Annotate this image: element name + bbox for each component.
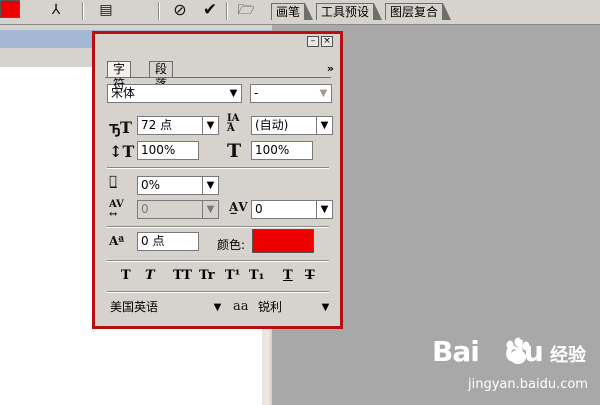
subscript-button[interactable]: T₁ [249,268,264,283]
faux-bold-button[interactable]: T [121,268,131,283]
chevron-down-icon[interactable]: ▼ [316,201,332,218]
horizontal-scale-value: 100% [255,143,290,157]
tab-character[interactable]: 字符 [107,61,132,91]
close-icon[interactable]: × [321,36,333,47]
font-size-field[interactable]: 72 点 ▼ [137,116,219,135]
watermark-url: jingyan.baidu.com [468,377,588,392]
chevron-down-icon[interactable]: ▼ [316,85,331,102]
vertical-scale-icon: ↕T [109,142,135,161]
antialias-value: 锐利 [258,300,283,314]
tsume-value: 0% [141,178,161,192]
warp-text-icon[interactable]: ⅄ [46,1,66,19]
vertical-scale-field[interactable]: 100% [137,141,199,160]
watermark-name: 经验 [550,345,586,366]
character-panel: – × 字符 段落 » 宋体 ▼ - ▼ ꚋT 72 点 ▼ I̲AA (自动)… [92,31,343,329]
baseline-shift-value: 0 点 [141,234,165,248]
toolbar-separator [158,2,160,20]
file-browser-icon[interactable]: 🗁 [234,1,258,19]
section-divider [107,167,329,169]
kerning-value: 0 [141,202,149,216]
font-size-icon: ꚋT [109,118,132,137]
underline-button[interactable]: T [283,268,293,283]
watermark-brand-text: Bai [432,335,480,368]
baseline-shift-field[interactable]: 0 点 [137,232,199,251]
all-caps-button[interactable]: TT [173,268,192,283]
cancel-icon[interactable]: ⊘ [170,1,190,19]
section-divider [107,291,329,293]
tab-paragraph[interactable]: 段落 [149,61,174,91]
section-divider [107,226,329,228]
toolbar-separator [226,2,228,20]
antialias-select[interactable]: 锐利 ▼ [255,299,333,318]
small-caps-button[interactable]: Tr [199,268,215,283]
baidu-jingyan-watermark: Bai du 经验 jingyan.baidu.com [432,335,600,405]
color-label: 颜色: [217,238,246,252]
font-style-value: - [254,86,259,100]
language-select[interactable]: 美国英语 ▼ [107,299,225,318]
superscript-button[interactable]: T¹ [225,268,240,283]
font-size-value: 72 点 [141,118,173,132]
language-value: 美国英语 [110,300,159,314]
horizontal-scale-icon: T [227,140,242,162]
options-bar: ⅄ ▤ ⊘ ✔ 🗁 画笔 工具预设 图层复合 [0,0,600,25]
leading-value: (自动) [255,118,289,132]
chevron-down-icon[interactable]: ▼ [318,299,333,316]
tracking-icon: A̲V [229,200,248,214]
well-tab-tool-presets[interactable]: 工具预设 [316,3,383,20]
baidu-paw-icon [506,337,530,364]
tsume-field[interactable]: 0% ▼ [137,176,219,195]
strikethrough-button[interactable]: T [305,268,315,283]
well-tab-layer-comps[interactable]: 图层复合 [385,3,452,20]
leading-field[interactable]: (自动) ▼ [251,116,333,135]
vertical-scale-value: 100% [141,143,176,157]
antialias-icon: aa [233,299,249,314]
text-color-swatch[interactable] [0,0,20,18]
baseline-shift-icon: Aª [109,234,125,248]
chevron-down-icon[interactable]: ▼ [210,299,225,316]
panel-menu-icon[interactable]: » [327,62,334,75]
commit-check-icon[interactable]: ✔ [200,1,220,19]
chevron-down-icon[interactable]: ▼ [202,117,218,134]
chevron-down-icon: ▼ [202,201,218,218]
toolbar-separator [82,2,84,20]
tracking-value: 0 [255,202,263,216]
text-color-box[interactable] [252,229,314,253]
minimize-icon[interactable]: – [307,36,319,47]
chevron-down-icon[interactable]: ▼ [316,117,332,134]
chevron-down-icon[interactable]: ▼ [202,177,218,194]
kerning-field: 0 ▼ [137,200,219,219]
tsume-icon: あ̲ [109,174,117,189]
palette-toggle-icon[interactable]: ▤ [96,1,116,19]
leading-icon: I̲A A [227,113,240,134]
panel-caption-bar[interactable]: – × [95,34,340,48]
font-style-select[interactable]: - ▼ [250,84,332,103]
tab-underline [105,77,331,78]
horizontal-scale-field[interactable]: 100% [251,141,313,160]
faux-italic-button[interactable]: T [145,268,155,283]
chevron-down-icon[interactable]: ▼ [226,85,241,102]
kerning-icon: AV ↔ [109,199,124,220]
section-divider [107,260,329,262]
well-tab-brushes[interactable]: 画笔 [271,3,314,20]
font-family-select[interactable]: 宋体 ▼ [107,84,242,103]
tracking-field[interactable]: 0 ▼ [251,200,333,219]
